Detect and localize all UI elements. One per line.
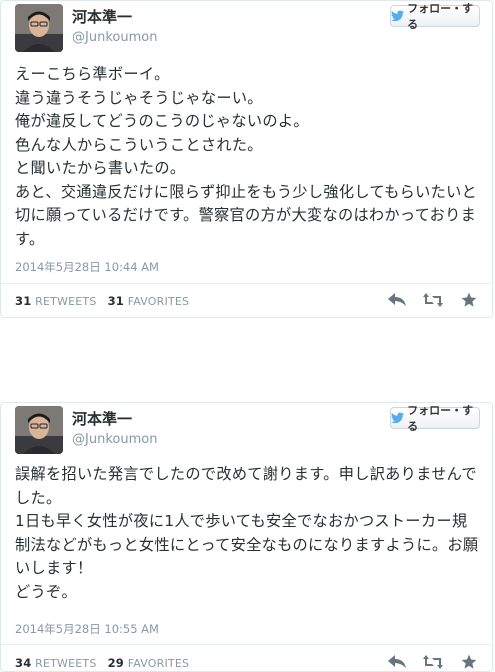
retweets-label: RETWEETS (35, 657, 97, 670)
divider (1, 644, 492, 645)
tweet-card-1: 河本準一 @Junkoumon フォロー・する えーこちら準ボーイ。 違う違うそ… (0, 0, 493, 318)
avatar[interactable] (15, 4, 63, 52)
avatar[interactable] (15, 406, 63, 454)
reply-icon[interactable] (386, 291, 408, 309)
twitter-bird-icon (391, 412, 405, 424)
favorite-count[interactable]: 29 (108, 656, 124, 670)
tweet-stats: 34 RETWEETS 29 FAVORITES (15, 656, 189, 670)
tweet-header: 河本準一 @Junkoumon フォロー・する (1, 1, 492, 57)
user-handle[interactable]: @Junkoumon (72, 30, 157, 45)
tweet-card-2: 河本準一 @Junkoumon フォロー・する 誤解を招いた発言でしたので改めて… (0, 402, 493, 672)
divider (1, 283, 492, 284)
retweet-icon[interactable] (422, 291, 444, 309)
retweets-label: RETWEETS (35, 295, 97, 308)
tweet-actions (386, 291, 480, 309)
follow-button[interactable]: フォロー・する (390, 2, 480, 31)
display-name[interactable]: 河本準一 (72, 6, 132, 27)
page-gap (0, 318, 495, 402)
tweet-actions (386, 653, 480, 671)
follow-label: フォロー・する (407, 404, 474, 433)
tweet-text: 誤解を招いた発言でしたので改めて謝ります。申し訳ありませんでした。 1日も早く女… (15, 465, 479, 601)
tweet-timestamp[interactable]: 2014年5月28日 10:44 AM (15, 259, 159, 275)
favorites-label: FAVORITES (127, 657, 190, 670)
tweet-header: 河本準一 @Junkoumon フォロー・する (1, 403, 492, 459)
favorite-count[interactable]: 31 (108, 294, 124, 308)
follow-button[interactable]: フォロー・する (390, 404, 480, 433)
tweet-stats: 31 RETWEETS 31 FAVORITES (15, 294, 189, 308)
retweet-icon[interactable] (422, 653, 444, 671)
retweet-count[interactable]: 31 (15, 294, 31, 308)
twitter-bird-icon (391, 10, 405, 22)
tweet-text: えーこちら準ボーイ。 違う違うそうじゃそうじゃなーい。 俺が違反してどうのこうの… (15, 65, 478, 248)
reply-icon[interactable] (386, 653, 408, 671)
favorite-star-icon[interactable] (458, 291, 480, 309)
display-name[interactable]: 河本準一 (72, 408, 132, 429)
retweet-count[interactable]: 34 (15, 656, 31, 670)
tweet-timestamp[interactable]: 2014年5月28日 10:55 AM (15, 621, 159, 637)
favorites-label: FAVORITES (127, 295, 190, 308)
favorite-star-icon[interactable] (458, 653, 480, 671)
follow-label: フォロー・する (407, 2, 474, 31)
user-handle[interactable]: @Junkoumon (72, 432, 157, 447)
